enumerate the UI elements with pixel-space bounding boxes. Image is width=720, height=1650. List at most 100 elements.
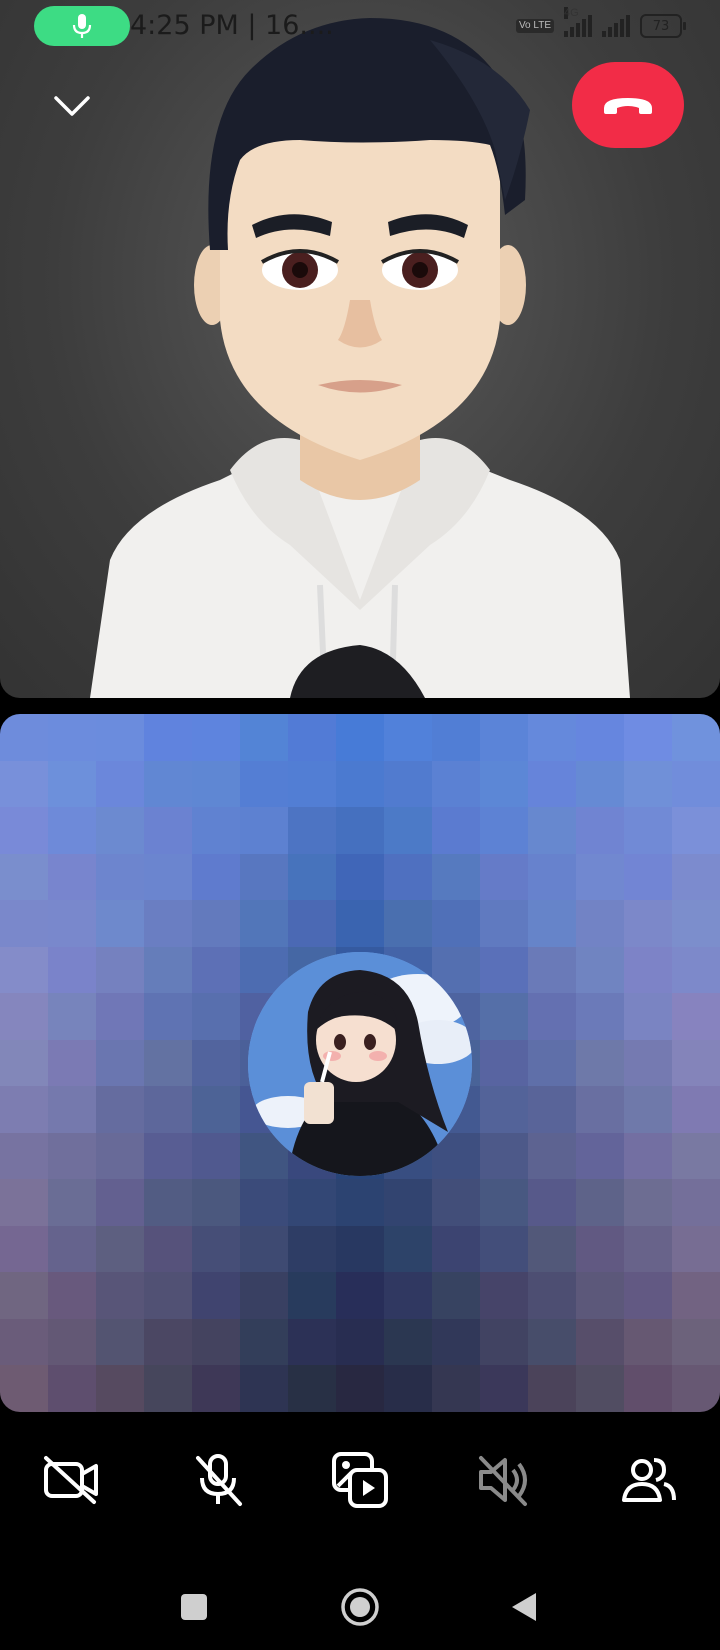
blur-pixel xyxy=(144,946,192,994)
blur-pixel xyxy=(528,1039,576,1087)
blur-pixel xyxy=(144,900,192,947)
participants-button[interactable] xyxy=(608,1440,688,1520)
blur-pixel xyxy=(96,946,144,994)
collapse-button[interactable] xyxy=(50,88,94,124)
blur-pixel xyxy=(624,1318,672,1366)
blur-pixel xyxy=(384,1272,432,1319)
blur-pixel xyxy=(480,1225,528,1273)
blur-pixel xyxy=(480,807,528,854)
blur-pixel xyxy=(432,1179,480,1226)
blur-pixel xyxy=(624,1039,672,1087)
blur-pixel xyxy=(528,807,576,854)
blur-pixel xyxy=(624,807,672,854)
blur-pixel xyxy=(672,946,720,994)
blur-pixel xyxy=(48,1132,96,1180)
blur-pixel xyxy=(144,1039,192,1087)
blur-pixel xyxy=(192,900,240,947)
blur-pixel xyxy=(144,807,192,854)
blur-pixel xyxy=(432,1318,480,1366)
blur-pixel xyxy=(480,946,528,994)
blur-pixel xyxy=(480,1272,528,1319)
blur-pixel xyxy=(576,1272,624,1319)
blur-pixel xyxy=(528,946,576,994)
blur-pixel xyxy=(432,807,480,854)
blur-pixel xyxy=(528,1086,576,1133)
call-controls-bar xyxy=(0,1440,720,1520)
blur-pixel xyxy=(192,1086,240,1133)
camera-off-button[interactable] xyxy=(32,1440,112,1520)
blur-pixel xyxy=(384,1318,432,1366)
home-button[interactable] xyxy=(330,1582,390,1632)
battery-icon: 73 xyxy=(640,14,686,38)
share-media-button[interactable] xyxy=(320,1440,400,1520)
blur-pixel xyxy=(96,1318,144,1366)
blur-pixel xyxy=(192,1225,240,1273)
blur-pixel xyxy=(528,1132,576,1180)
blur-pixel xyxy=(624,1179,672,1226)
blur-pixel xyxy=(384,853,432,901)
blur-pixel xyxy=(432,1365,480,1412)
blur-pixel xyxy=(336,714,384,761)
blur-pixel xyxy=(528,1272,576,1319)
end-call-button[interactable] xyxy=(572,62,684,148)
blur-pixel xyxy=(288,760,336,808)
blur-pixel xyxy=(480,1365,528,1412)
blur-pixel xyxy=(48,853,96,901)
blur-pixel xyxy=(192,1179,240,1226)
blur-pixel xyxy=(144,1365,192,1412)
blur-pixel xyxy=(336,807,384,854)
mic-active-indicator[interactable] xyxy=(34,6,130,46)
blur-pixel xyxy=(48,714,96,761)
blur-pixel xyxy=(480,993,528,1040)
blur-pixel xyxy=(384,760,432,808)
blur-pixel xyxy=(336,760,384,808)
blur-pixel xyxy=(528,1225,576,1273)
triangle-back-icon xyxy=(512,1593,536,1621)
media-share-icon xyxy=(332,1452,388,1508)
blur-pixel xyxy=(48,900,96,947)
phone-hangup-icon xyxy=(604,98,652,114)
mute-mic-button[interactable] xyxy=(178,1440,258,1520)
blur-pixel xyxy=(384,1179,432,1226)
blur-pixel xyxy=(480,1318,528,1366)
blur-pixel xyxy=(96,1225,144,1273)
blur-pixel xyxy=(192,1318,240,1366)
blur-pixel xyxy=(144,1086,192,1133)
blur-pixel xyxy=(576,1086,624,1133)
blur-pixel xyxy=(48,760,96,808)
blur-pixel xyxy=(192,714,240,761)
blur-pixel xyxy=(48,807,96,854)
blur-pixel xyxy=(576,853,624,901)
blur-pixel xyxy=(240,853,288,901)
back-button[interactable] xyxy=(494,1582,554,1632)
blur-pixel xyxy=(672,1225,720,1273)
blur-pixel xyxy=(192,993,240,1040)
blur-pixel xyxy=(192,807,240,854)
blur-pixel xyxy=(48,1086,96,1133)
speaker-muted-icon xyxy=(479,1456,527,1506)
blur-pixel xyxy=(528,760,576,808)
speaker-off-button[interactable] xyxy=(463,1440,543,1520)
blur-pixel xyxy=(480,714,528,761)
blur-pixel xyxy=(0,714,48,761)
status-icons: Vo LTE 4G 73 xyxy=(515,7,686,38)
blur-pixel xyxy=(672,1132,720,1180)
blur-pixel xyxy=(576,900,624,947)
blur-pixel xyxy=(432,853,480,901)
blur-pixel xyxy=(48,993,96,1040)
blur-pixel xyxy=(384,714,432,761)
blur-pixel xyxy=(576,946,624,994)
blur-pixel xyxy=(0,1132,48,1180)
blur-pixel xyxy=(144,714,192,761)
blur-pixel xyxy=(48,1272,96,1319)
blur-pixel xyxy=(0,1272,48,1319)
blur-pixel xyxy=(0,1225,48,1273)
blur-pixel xyxy=(192,760,240,808)
blur-pixel xyxy=(336,900,384,947)
blur-pixel xyxy=(624,1365,672,1412)
blur-pixel xyxy=(0,1318,48,1366)
recents-button[interactable] xyxy=(164,1582,224,1632)
blur-pixel xyxy=(576,1039,624,1087)
blur-pixel xyxy=(288,714,336,761)
circle-icon xyxy=(341,1588,379,1626)
